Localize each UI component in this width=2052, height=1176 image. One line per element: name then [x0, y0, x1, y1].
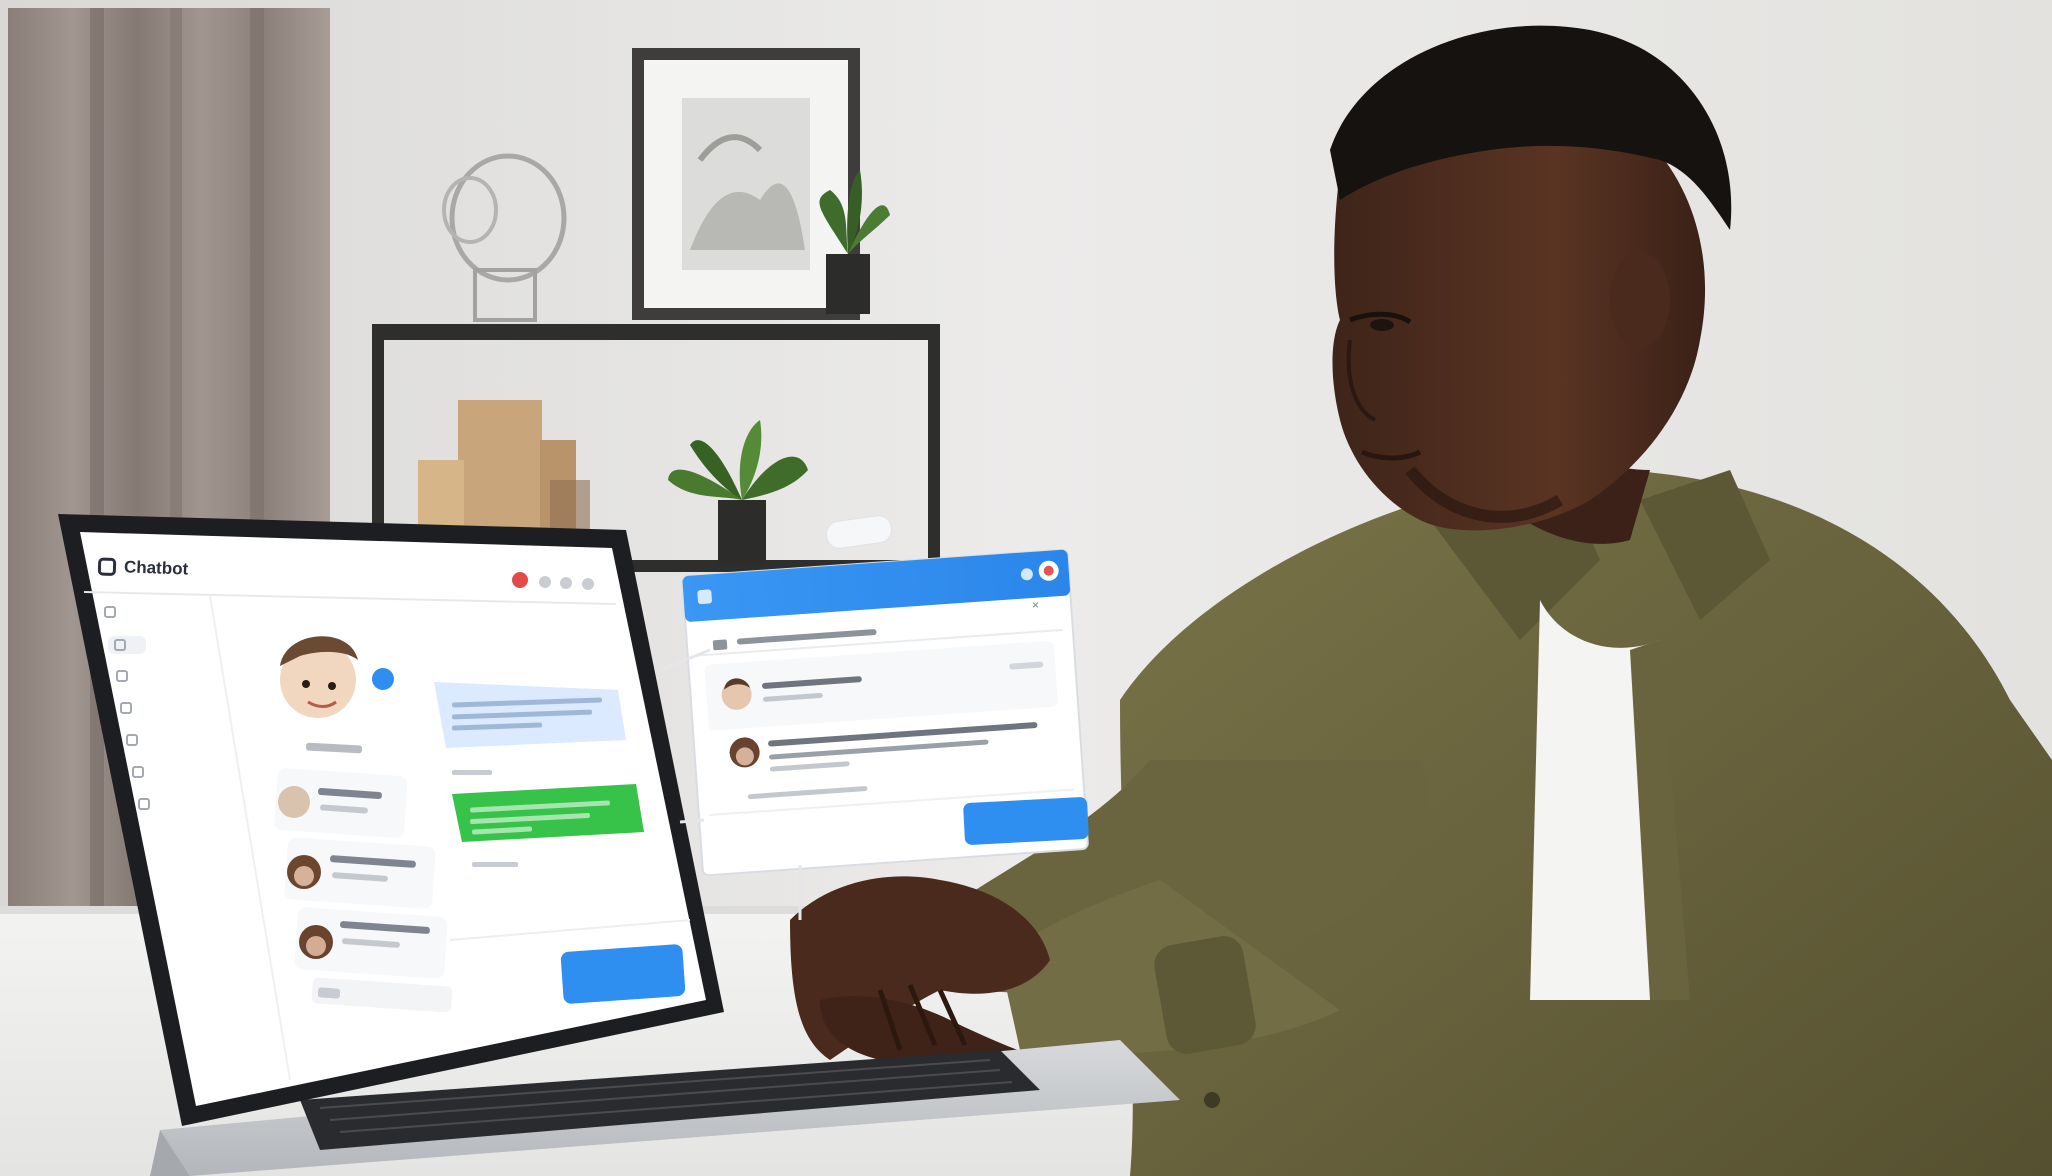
sidebar-item-history[interactable] [116, 670, 138, 682]
send-button[interactable] [560, 943, 686, 1005]
popup-close-icon[interactable]: × [1032, 598, 1039, 612]
photo-scene: Chatbot × [0, 0, 2052, 1176]
popup-action-button[interactable] [962, 796, 1090, 846]
app-brand: Chatbot [97, 556, 189, 579]
app-name: Chatbot [123, 557, 189, 579]
scene-illustration [0, 0, 2052, 1176]
settings-icon [132, 766, 144, 778]
users-icon [126, 734, 138, 746]
info-icon [138, 798, 150, 810]
clock-icon [116, 670, 128, 682]
sidebar-item-home[interactable] [104, 606, 126, 618]
sidebar-item-files[interactable] [120, 702, 142, 714]
sidebar-item-info[interactable] [138, 798, 160, 810]
folder-icon [120, 702, 132, 714]
sidebar-item-chat[interactable] [108, 636, 146, 654]
online-status-badge [372, 668, 394, 690]
sidebar-item-settings[interactable] [132, 766, 154, 778]
sidebar-item-contacts[interactable] [126, 734, 148, 746]
home-icon [104, 606, 116, 618]
chat-icon [114, 639, 126, 651]
app-logo-icon [97, 557, 117, 577]
